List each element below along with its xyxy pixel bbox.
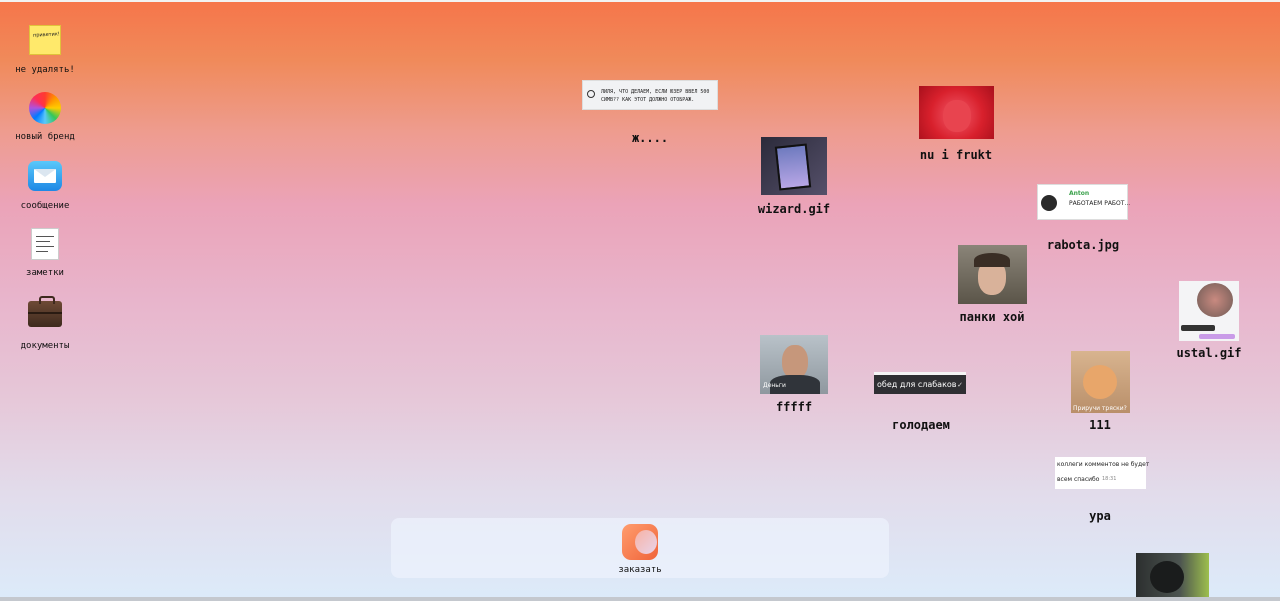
message-text: обед для слабаков: [877, 380, 957, 389]
item-label: ustal.gif: [1176, 346, 1242, 360]
sidebar-item-label: не удалять!: [15, 65, 75, 75]
sidebar-item-label: документы: [20, 341, 70, 351]
item-label: 111: [1089, 418, 1111, 432]
photo-caption: Приручи тряски?: [1073, 405, 1127, 412]
cat-thumbnail[interactable]: Приручи тряски?: [1071, 351, 1130, 413]
item-label: rabota.jpg: [1046, 238, 1120, 252]
phone-screen: [774, 143, 812, 191]
face-photo: [782, 345, 808, 379]
panki-thumbnail[interactable]: [958, 245, 1027, 304]
sticky-note-text: приветик!: [32, 31, 61, 39]
order-app-icon[interactable]: [622, 524, 658, 560]
item-label: nu i frukt: [919, 148, 993, 162]
chat-note-thumbnail[interactable]: ЛИЛЯ, ЧТО ДЕЛАЕМ, ЕСЛИ ЮЗЕР ВВЕЛ 500 СИМ…: [582, 80, 718, 110]
photo-thumbnail[interactable]: [1136, 553, 1209, 597]
ustal-thumbnail[interactable]: [1179, 281, 1239, 341]
sidebar-item-label: сообщение: [20, 201, 70, 211]
photo-caption: Деньги: [763, 382, 786, 389]
sidebar-item-novyi-brend[interactable]: новый бренд: [0, 90, 90, 142]
sidebar-item-soobshchenie[interactable]: сообщение: [0, 158, 90, 211]
ura-thumbnail[interactable]: коллеги комментов не будет всем спасибо …: [1055, 457, 1150, 489]
sidebar-item-zametki[interactable]: заметки: [0, 226, 90, 278]
color-wheel-icon: [27, 92, 63, 128]
item-label: wizard.gif: [757, 202, 831, 216]
sender-name: Anton: [1069, 190, 1090, 197]
mail-icon: [27, 161, 63, 197]
chat-bubble-icon: [587, 90, 595, 98]
sidebar-item-label: новый бренд: [15, 132, 75, 142]
strawberry-face: [943, 100, 971, 132]
fffff-thumbnail[interactable]: Деньги: [760, 335, 828, 394]
pin-icon: ✓: [957, 381, 963, 389]
message-time: 18:31: [1102, 476, 1117, 482]
briefcase-icon: [27, 296, 63, 337]
item-label: голодаем: [892, 418, 950, 432]
strawberry-thumbnail[interactable]: [919, 86, 994, 139]
dock-app-label: заказать: [618, 565, 662, 575]
item-label: ж....: [631, 131, 669, 145]
message-text: РАБОТАЕМ РАБОТ...: [1069, 200, 1131, 207]
round-photo: [1197, 283, 1233, 317]
item-label: fffff: [775, 400, 813, 414]
chat-bubble: [1181, 325, 1215, 331]
message-line: коллеги комментов не будет: [1057, 461, 1150, 468]
wizard-thumbnail[interactable]: [761, 137, 827, 195]
chat-bubble: [1199, 334, 1235, 339]
top-border: [0, 0, 1280, 2]
hair-photo: [974, 253, 1010, 267]
bottom-border: [0, 597, 1280, 601]
golodaem-thumbnail[interactable]: обед для слабаков ✓: [874, 372, 966, 394]
sidebar-item-label: заметки: [26, 268, 64, 278]
dark-shape: [1150, 561, 1184, 593]
sticky-note-icon: приветик!: [27, 25, 63, 61]
notes-icon: [27, 228, 63, 264]
sidebar-item-dokumenty[interactable]: документы: [0, 294, 90, 351]
avatar: [1041, 195, 1057, 211]
rabota-thumbnail[interactable]: Anton РАБОТАЕМ РАБОТ...: [1037, 184, 1131, 220]
cat-photo: [1083, 365, 1117, 399]
message-line: всем спасибо: [1057, 476, 1100, 483]
chat-note-text: ЛИЛЯ, ЧТО ДЕЛАЕМ, ЕСЛИ ЮЗЕР ВВЕЛ 500 СИМ…: [601, 89, 710, 103]
item-label: панки хой: [959, 310, 1025, 324]
sidebar-item-ne-udalyat[interactable]: приветик! не удалять!: [0, 22, 90, 75]
item-label: ура: [1089, 509, 1111, 523]
